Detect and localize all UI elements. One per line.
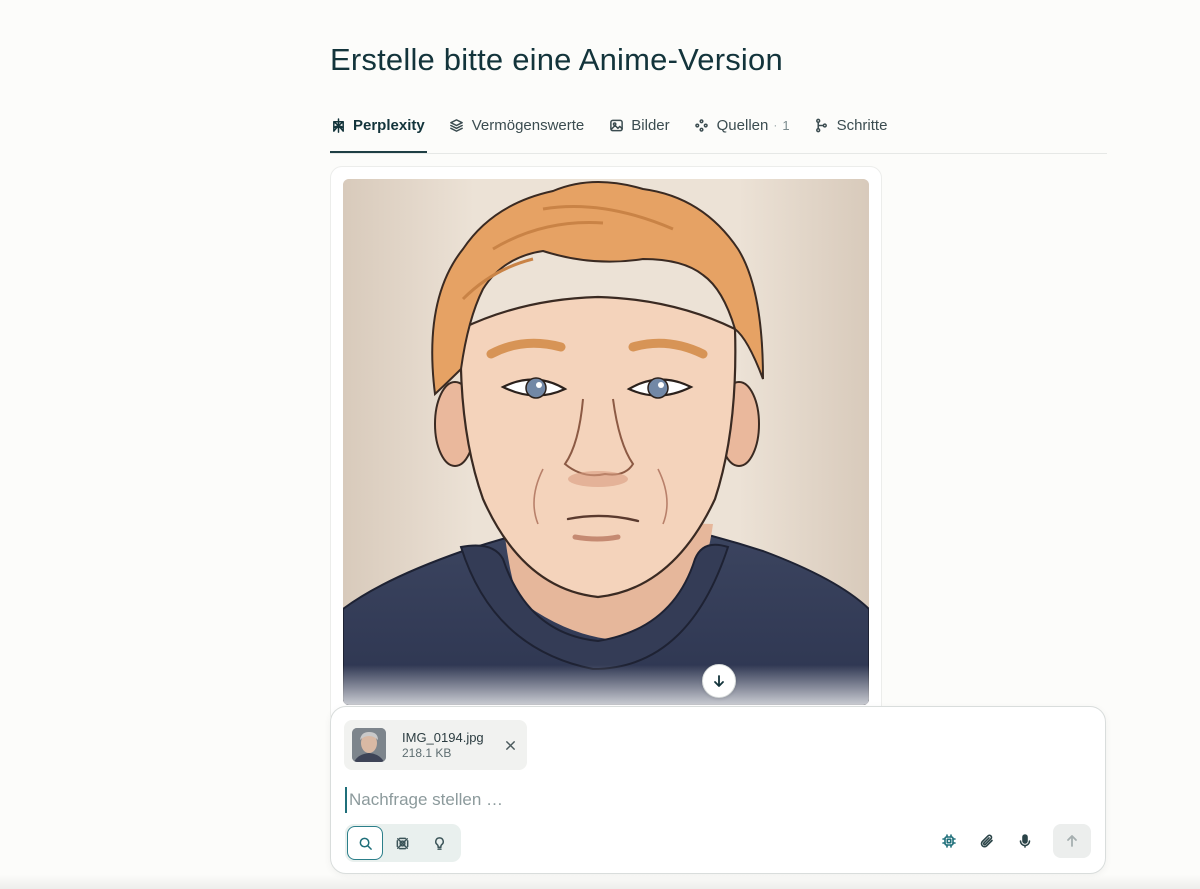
arrow-down-icon [714,675,724,687]
tab-label: Vermögenswerte [471,116,585,134]
paperclip-icon [980,834,993,848]
tab-separator: · [773,118,778,132]
attachment-chip[interactable]: IMG_0194.jpg 218.1 KB [344,720,527,770]
tab-label: Perplexity [353,116,425,134]
voice-input-button[interactable] [1007,824,1043,858]
search-mode-selector [345,824,461,862]
followup-composer: IMG_0194.jpg 218.1 KB [330,706,1106,874]
page-bottom-shade [0,875,1200,889]
page-title: Erstelle bitte eine Anime-Version [330,42,783,77]
close-icon [505,740,515,750]
sources-icon [694,117,710,133]
layers-icon [449,117,465,133]
answer-tabs: Perplexity Vermögenswerte Bilder Quellen… [330,112,1107,154]
mode-labs-button[interactable] [421,826,457,860]
attachment-file-name: IMG_0194.jpg [402,729,484,745]
microphone-icon [1019,834,1031,848]
tab-assets[interactable]: Vermögenswerte [449,112,585,138]
tab-images[interactable]: Bilder [608,112,670,138]
anime-portrait-illustration [343,179,869,705]
followup-input[interactable] [345,787,1085,813]
research-icon [396,837,408,849]
anime-portrait-image[interactable] [343,179,869,705]
remove-attachment-button[interactable] [502,737,518,753]
download-image-button[interactable] [702,664,736,698]
attachment-thumbnail [352,728,386,762]
tab-steps[interactable]: Schritte [814,112,888,138]
sources-count: 1 [782,117,790,133]
lightbulb-icon [434,836,444,850]
mode-search-button[interactable] [347,826,383,860]
tab-label: Bilder [631,116,670,134]
composer-tools [929,824,1091,858]
attach-file-button[interactable] [969,824,1005,858]
tab-sources[interactable]: Quellen · 1 [694,112,790,138]
arrow-up-icon [1067,835,1077,847]
model-selector-button[interactable] [931,824,967,858]
attachment-file-size: 218.1 KB [402,745,452,760]
tab-label: Schritte [836,116,888,134]
generated-image-card [330,166,882,726]
steps-icon [814,117,830,133]
search-icon [359,837,372,850]
mode-research-button[interactable] [384,826,420,860]
perplexity-logo-icon [330,117,346,133]
send-button[interactable] [1053,824,1091,858]
tab-label: Quellen [716,116,769,134]
tab-perplexity[interactable]: Perplexity [330,112,427,153]
image-icon [608,117,624,133]
chip-icon [942,834,956,848]
